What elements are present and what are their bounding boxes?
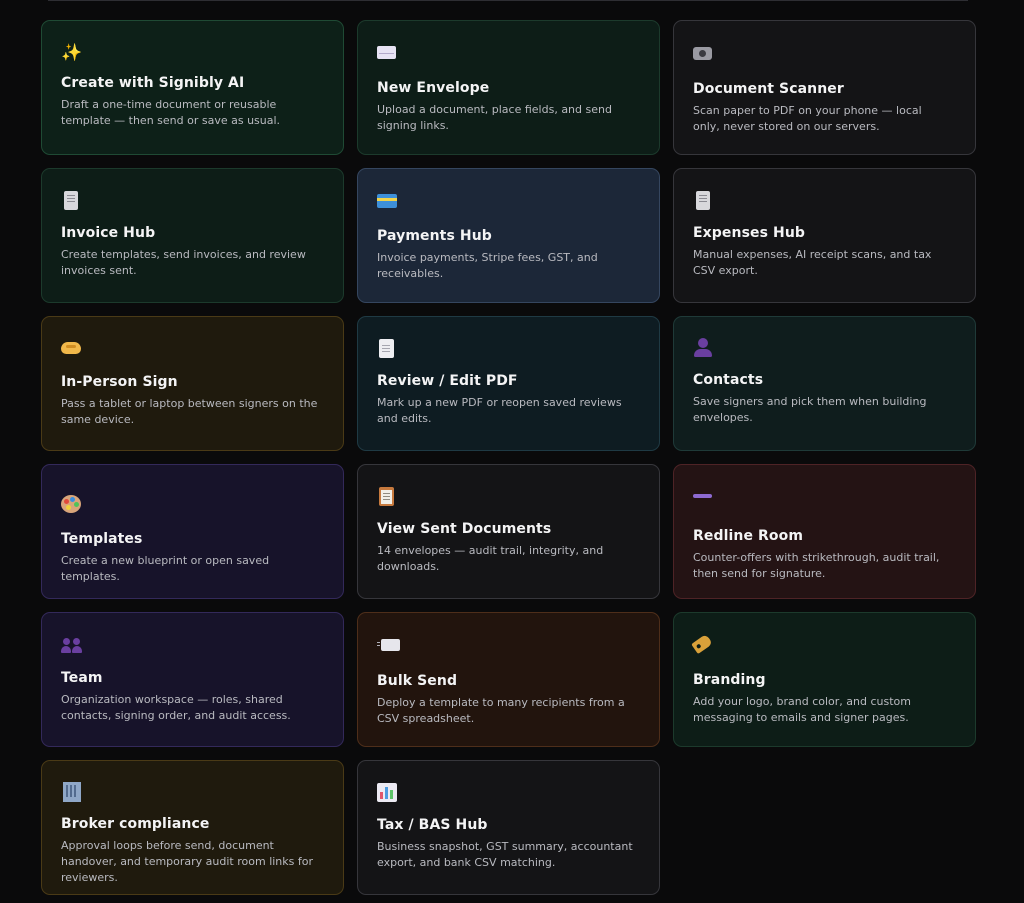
card-description: Manual expenses, AI receipt scans, and t… (693, 248, 932, 277)
feature-card-grid: ✨ Create with Signibly AI Draft a one-ti… (41, 20, 976, 895)
camera-icon (693, 47, 717, 71)
card-payments-hub[interactable]: Payments Hub Invoice payments, Stripe fe… (357, 168, 660, 303)
card-description: 14 envelopes — audit trail, integrity, a… (377, 544, 604, 573)
card-description: Upload a document, place fields, and sen… (377, 103, 612, 132)
card-title: Broker compliance (61, 816, 210, 832)
card-description: Counter-offers with strikethrough, audit… (693, 551, 940, 580)
card-broker-compliance[interactable]: Broker compliance Approval loops before … (41, 760, 344, 895)
card-title: Create with Signibly AI (61, 75, 245, 91)
sparkles-icon: ✨ (61, 43, 83, 63)
palette-icon (61, 495, 85, 519)
card-title: View Sent Documents (377, 521, 552, 537)
card-title: Branding (693, 672, 766, 688)
card-description: Approval loops before send, document han… (61, 839, 314, 884)
card-description: Invoice payments, Stripe fees, GST, and … (377, 251, 598, 280)
card-templates[interactable]: Templates Create a new blueprint or open… (41, 464, 344, 599)
credit-card-icon (377, 194, 401, 218)
card-description: Draft a one-time document or reusable te… (61, 98, 281, 127)
card-view-sent-documents[interactable]: View Sent Documents 14 envelopes — audit… (357, 464, 660, 599)
person-icon (693, 338, 717, 362)
card-description: Create templates, send invoices, and rev… (61, 248, 306, 277)
card-title: Invoice Hub (61, 225, 156, 241)
minus-icon (693, 494, 717, 518)
receipt-icon (693, 191, 717, 215)
card-description: Add your logo, brand color, and custom m… (693, 695, 911, 724)
incoming-envelope-icon (377, 639, 405, 663)
receipt-icon (61, 191, 85, 215)
card-description: Scan paper to PDF on your phone — local … (693, 104, 922, 133)
card-title: Redline Room (693, 528, 804, 544)
card-description: Business snapshot, GST summary, accounta… (377, 840, 633, 869)
card-contacts[interactable]: Contacts Save signers and pick them when… (673, 316, 976, 451)
top-divider (48, 0, 968, 1)
card-title: Tax / BAS Hub (377, 817, 488, 833)
card-team[interactable]: Team Organization workspace — roles, sha… (41, 612, 344, 747)
card-title: Bulk Send (377, 673, 458, 689)
people-icon (61, 636, 85, 660)
bar-chart-icon (377, 783, 401, 807)
card-title: Templates (61, 531, 143, 547)
card-create-with-signibly-ai[interactable]: ✨ Create with Signibly AI Draft a one-ti… (41, 20, 344, 155)
card-expenses-hub[interactable]: Expenses Hub Manual expenses, AI receipt… (673, 168, 976, 303)
card-title: Team (61, 670, 103, 686)
card-description: Pass a tablet or laptop between signers … (61, 397, 318, 426)
card-tax-bas-hub[interactable]: Tax / BAS Hub Business snapshot, GST sum… (357, 760, 660, 895)
card-description: Create a new blueprint or open saved tem… (61, 554, 270, 583)
card-title: Review / Edit PDF (377, 373, 518, 389)
card-description: Organization workspace — roles, shared c… (61, 693, 291, 722)
card-review-edit-pdf[interactable]: Review / Edit PDF Mark up a new PDF or r… (357, 316, 660, 451)
card-description: Deploy a template to many recipients fro… (377, 696, 625, 725)
card-branding[interactable]: Branding Add your logo, brand color, and… (673, 612, 976, 747)
card-new-envelope[interactable]: New Envelope Upload a document, place fi… (357, 20, 660, 155)
card-title: In-Person Sign (61, 374, 178, 390)
card-invoice-hub[interactable]: Invoice Hub Create templates, send invoi… (41, 168, 344, 303)
card-title: Contacts (693, 372, 764, 388)
card-title: Document Scanner (693, 81, 844, 97)
card-document-scanner[interactable]: Document Scanner Scan paper to PDF on yo… (673, 20, 976, 155)
card-title: Expenses Hub (693, 225, 806, 241)
tag-icon (691, 633, 717, 662)
handshake-icon (61, 340, 85, 364)
card-in-person-sign[interactable]: In-Person Sign Pass a tablet or laptop b… (41, 316, 344, 451)
office-building-icon (61, 782, 85, 806)
card-redline-room[interactable]: Redline Room Counter-offers with striket… (673, 464, 976, 599)
card-title: Payments Hub (377, 228, 492, 244)
clipboard-icon (377, 487, 401, 511)
card-title: New Envelope (377, 80, 490, 96)
page-icon (377, 339, 401, 363)
envelope-icon (377, 46, 401, 70)
card-description: Save signers and pick them when building… (693, 395, 927, 424)
card-bulk-send[interactable]: Bulk Send Deploy a template to many reci… (357, 612, 660, 747)
card-description: Mark up a new PDF or reopen saved review… (377, 396, 622, 425)
